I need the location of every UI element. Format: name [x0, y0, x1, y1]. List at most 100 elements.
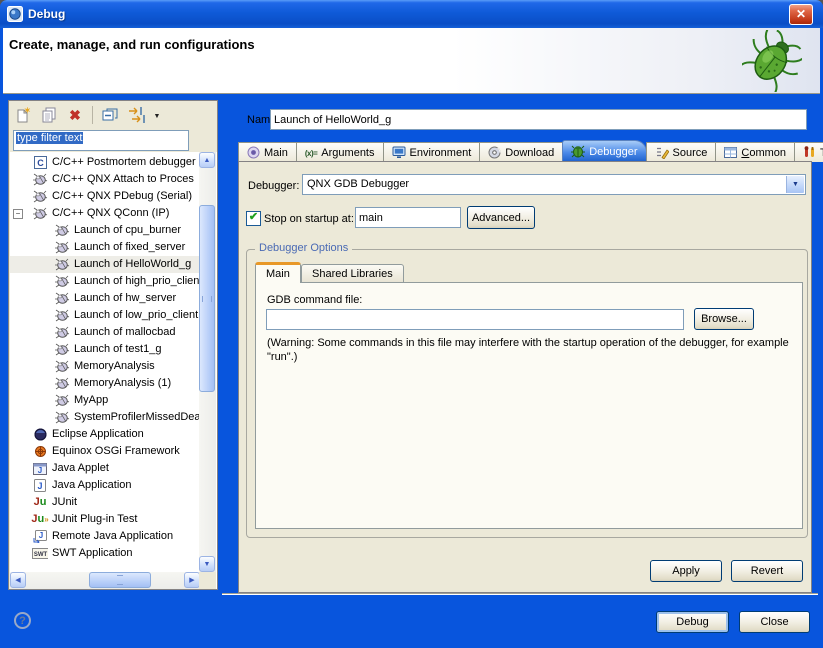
tab-label: Debugger: [589, 146, 637, 158]
tab-download[interactable]: Download: [479, 142, 563, 162]
tree-item[interactable]: Launch of cpu_burner: [10, 222, 199, 239]
tree-item[interactable]: Launch of mallocbad: [10, 324, 199, 341]
name-input[interactable]: [270, 109, 807, 130]
browse-button[interactable]: Browse...: [694, 308, 754, 330]
swt-icon: SWT: [32, 548, 48, 559]
tree-item-label: Launch of hw_server: [74, 290, 176, 307]
debugger-combo[interactable]: QNX GDB Debugger ▼: [302, 174, 806, 195]
tree-item-label: C/C++ QNX QConn (IP): [52, 205, 169, 222]
tab-tools[interactable]: Tools: [794, 142, 823, 162]
tree-item[interactable]: − C/C++ QNX QConn (IP): [10, 205, 199, 222]
vertical-scroll-thumb[interactable]: [199, 205, 215, 392]
tree-item[interactable]: Launch of HelloWorld_g: [10, 256, 199, 273]
advanced-button[interactable]: Advanced...: [467, 206, 535, 229]
qnx-icon: [32, 173, 48, 186]
close-button[interactable]: Close: [739, 611, 810, 633]
new-configuration-button[interactable]: ✶: [12, 104, 34, 126]
tab-label: Download: [505, 147, 554, 159]
collapse-all-button[interactable]: [99, 104, 121, 126]
gdb-command-file-input[interactable]: [266, 309, 684, 330]
qnx-icon: [54, 411, 70, 424]
qnx-icon: [32, 207, 48, 220]
duplicate-configuration-button[interactable]: [38, 104, 60, 126]
close-window-button[interactable]: ✕: [789, 4, 813, 25]
gdb-warning-text: (Warning: Some commands in this file may…: [267, 336, 805, 364]
filter-icon: [128, 107, 145, 123]
qnx-icon: [54, 394, 70, 407]
filter-input[interactable]: type filter text: [13, 130, 189, 151]
stop-location-input[interactable]: [355, 207, 461, 228]
combo-dropdown-button[interactable]: ▼: [786, 176, 804, 193]
tree-item[interactable]: Equinox OSGi Framework: [10, 443, 199, 460]
title-bar[interactable]: Debug ✕: [0, 0, 823, 28]
tree-item[interactable]: J Java Applet: [10, 460, 199, 477]
stop-on-startup-checkbox[interactable]: ✔: [246, 211, 261, 226]
tree-item[interactable]: Ju»JUnit Plug-in Test: [10, 511, 199, 528]
tab-arguments[interactable]: (x)=Arguments: [296, 142, 384, 162]
qnx-icon: [54, 275, 70, 288]
tab-source[interactable]: Source: [646, 142, 717, 162]
tree-item-label: Java Applet: [52, 460, 109, 477]
qnx-icon: [54, 241, 70, 254]
scroll-right-button[interactable]: ▶: [184, 572, 200, 588]
tree-item[interactable]: Launch of high_prio_clien: [10, 273, 199, 290]
tab-label: Source: [673, 147, 708, 159]
args-icon: (x)=: [305, 147, 317, 159]
filter-menu-button[interactable]: ▼: [151, 104, 163, 126]
configurations-tree: CC/C++ Postmortem debuggerC/C++ QNX Atta…: [10, 152, 217, 589]
new-icon: ✶: [15, 107, 31, 123]
tree-item[interactable]: MemoryAnalysis: [10, 358, 199, 375]
tree-item[interactable]: Eclipse Application: [10, 426, 199, 443]
dialog-heading: Create, manage, and run configurations: [9, 37, 255, 52]
tree-item-label: SWT Application: [52, 545, 133, 562]
tree-item[interactable]: CC/C++ Postmortem debugger: [10, 154, 199, 171]
configurations-toolbar: ✶ ✖ ▼: [12, 103, 163, 127]
download-icon: [488, 146, 501, 159]
tab-main-options[interactable]: Main: [255, 262, 301, 283]
check-icon: ✔: [249, 211, 258, 223]
launch-config-tabs: Main(x)=ArgumentsEnvironment Download Debu…: [238, 141, 823, 162]
qnx-icon: [54, 326, 70, 339]
tree-item[interactable]: SWT SWT Application: [10, 545, 199, 562]
qnx-icon: [54, 224, 70, 237]
tree-item[interactable]: C/C++ QNX Attach to Proces: [10, 171, 199, 188]
revert-button[interactable]: Revert: [731, 560, 803, 582]
qnx-icon: [54, 360, 70, 373]
tree-item[interactable]: Launch of hw_server: [10, 290, 199, 307]
tree-item[interactable]: JRemote Java Application: [10, 528, 199, 545]
tree-item[interactable]: JJava Application: [10, 477, 199, 494]
tab-main[interactable]: Main: [238, 142, 297, 162]
scroll-up-button[interactable]: ▲: [199, 152, 215, 168]
tab-shared-libraries[interactable]: Shared Libraries: [301, 264, 404, 283]
tab-environment[interactable]: Environment: [383, 142, 481, 162]
collapse-expander-icon[interactable]: −: [13, 209, 23, 219]
tree-item[interactable]: Launch of low_prio_client: [10, 307, 199, 324]
apply-button[interactable]: Apply: [650, 560, 722, 582]
scroll-left-button[interactable]: ◀: [10, 572, 26, 588]
tree-item-label: SystemProfilerMissedDea: [74, 409, 199, 426]
help-button[interactable]: ?: [14, 612, 31, 629]
tree-item-label: MemoryAnalysis (1): [74, 375, 171, 392]
horizontal-scroll-thumb[interactable]: [89, 572, 151, 588]
tree-item[interactable]: JuJUnit: [10, 494, 199, 511]
scroll-down-button[interactable]: ▼: [199, 556, 215, 572]
tree-item[interactable]: MemoryAnalysis (1): [10, 375, 199, 392]
tree-item-label: Launch of HelloWorld_g: [74, 256, 191, 273]
tab-common[interactable]: Common: [715, 142, 795, 162]
tab-label: Main: [266, 268, 290, 280]
tree-item-label: C/C++ Postmortem debugger: [52, 154, 196, 171]
tree-vertical-scrollbar[interactable]: ▲ ▼: [199, 152, 216, 572]
debug-button[interactable]: Debug: [656, 611, 729, 633]
tree-item[interactable]: Launch of test1_g: [10, 341, 199, 358]
up-arrow-icon: ▲: [204, 157, 211, 164]
tree-item[interactable]: Launch of fixed_server: [10, 239, 199, 256]
japplet-icon: J: [32, 463, 48, 475]
tree-item[interactable]: C/C++ QNX PDebug (Serial): [10, 188, 199, 205]
delete-configuration-button[interactable]: ✖: [64, 104, 86, 126]
tree-horizontal-scrollbar[interactable]: ◀ ▶: [10, 572, 200, 589]
tree-item[interactable]: MyApp: [10, 392, 199, 409]
tree-item[interactable]: SystemProfilerMissedDea: [10, 409, 199, 426]
debugger-options-group: Debugger Options Main Shared Libraries G…: [246, 249, 808, 538]
filter-configurations-button[interactable]: [125, 104, 147, 126]
tab-debugger[interactable]: Debugger: [562, 140, 646, 162]
